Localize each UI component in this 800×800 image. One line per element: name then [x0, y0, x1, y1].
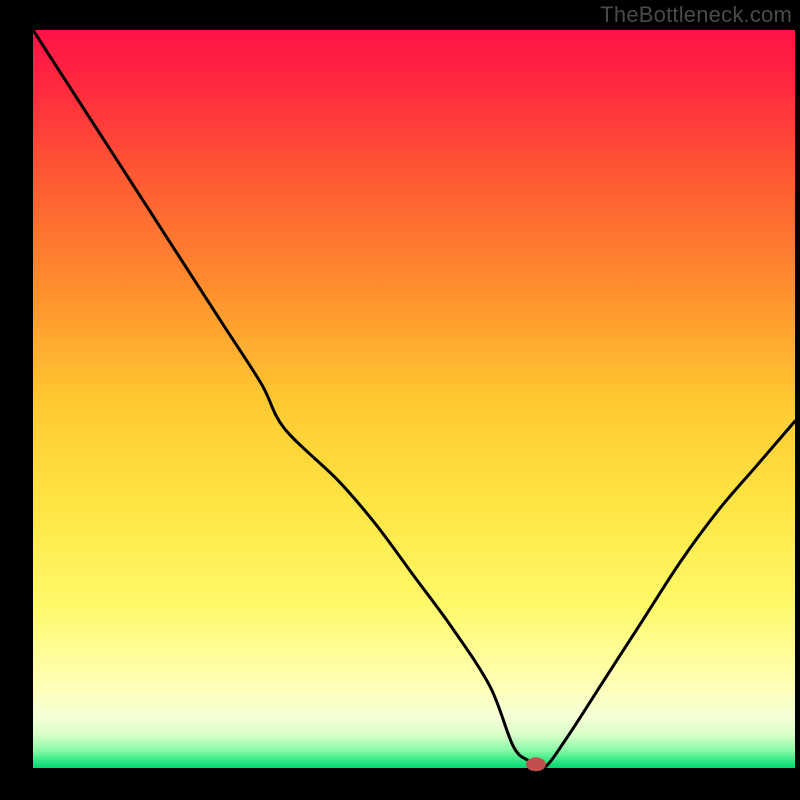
- bottleneck-chart: TheBottleneck.com: [0, 0, 800, 800]
- chart-svg: [0, 0, 800, 800]
- plot-background: [33, 30, 795, 768]
- optimum-marker: [526, 757, 546, 771]
- watermark-text: TheBottleneck.com: [600, 2, 792, 28]
